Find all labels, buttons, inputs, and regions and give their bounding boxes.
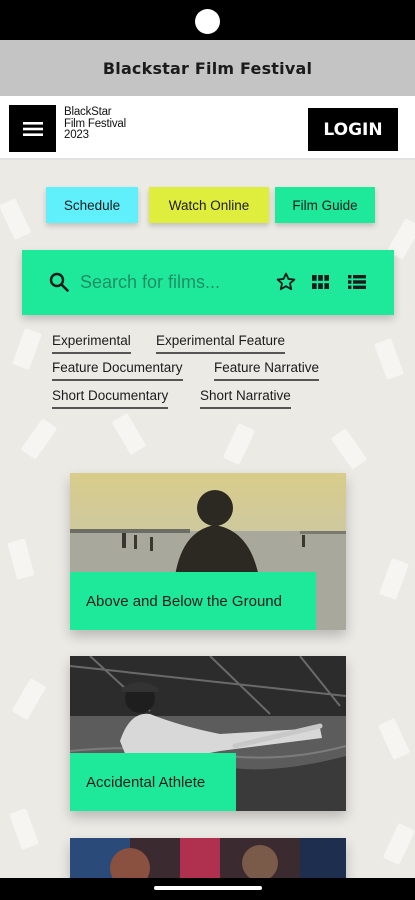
schedule-button[interactable]: Schedule bbox=[46, 187, 138, 223]
festival-logo[interactable]: BlackStar Film Festival 2023 bbox=[64, 106, 126, 142]
film-title[interactable]: Accidental Athlete bbox=[70, 753, 236, 811]
filter-tag-experimental-feature[interactable]: Experimental Feature bbox=[156, 333, 286, 354]
film-guide-button[interactable]: Film Guide bbox=[275, 187, 375, 223]
search-input[interactable] bbox=[80, 267, 260, 297]
camera-cutout bbox=[195, 9, 220, 34]
login-button[interactable]: LOGIN bbox=[308, 108, 398, 151]
background-pattern bbox=[11, 678, 47, 720]
logo-line: 2023 bbox=[64, 129, 89, 141]
main-content[interactable]: Schedule Watch Online Film Guide Search … bbox=[0, 160, 415, 878]
film-title[interactable]: Above and Below the Ground bbox=[70, 572, 316, 630]
home-indicator[interactable] bbox=[154, 886, 262, 890]
background-pattern bbox=[20, 418, 58, 460]
menu-button[interactable] bbox=[9, 105, 56, 152]
filter-tag-short-documentary[interactable]: Short Documentary bbox=[52, 388, 169, 409]
search-bar bbox=[22, 250, 394, 315]
background-pattern bbox=[111, 413, 147, 455]
filter-tag-short-narrative[interactable]: Short Narrative bbox=[200, 388, 291, 409]
search-icon[interactable] bbox=[49, 272, 69, 292]
filter-tag-feature-documentary[interactable]: Feature Documentary bbox=[52, 360, 183, 381]
logo-line: BlackStar bbox=[64, 106, 112, 118]
grid-view-icon[interactable] bbox=[312, 275, 329, 289]
system-nav-bar bbox=[0, 878, 415, 900]
app-title: Blackstar Film Festival bbox=[102, 58, 313, 78]
list-view-icon[interactable] bbox=[348, 275, 366, 289]
site-header: BlackStar Film Festival 2023 LOGIN bbox=[0, 96, 415, 160]
film-card[interactable]: Above and Below the Ground bbox=[70, 473, 346, 630]
film-card[interactable]: Accidental Athlete bbox=[70, 656, 346, 811]
watch-online-button[interactable]: Watch Online bbox=[149, 187, 269, 223]
background-pattern bbox=[377, 717, 411, 761]
menu-icon bbox=[22, 121, 43, 136]
film-still-image bbox=[70, 838, 346, 878]
filter-tag-experimental[interactable]: Experimental bbox=[52, 333, 131, 354]
background-pattern bbox=[379, 558, 409, 600]
status-bar bbox=[0, 0, 415, 40]
background-pattern bbox=[382, 822, 415, 866]
background-pattern bbox=[7, 538, 35, 580]
background-pattern bbox=[222, 422, 256, 466]
background-pattern bbox=[12, 328, 42, 370]
background-pattern bbox=[9, 808, 39, 850]
background-pattern bbox=[0, 197, 32, 241]
background-pattern bbox=[330, 428, 368, 470]
filter-tag-feature-narrative[interactable]: Feature Narrative bbox=[214, 360, 320, 381]
film-card[interactable] bbox=[70, 838, 346, 878]
star-icon[interactable] bbox=[275, 271, 297, 293]
app-title-bar: Blackstar Film Festival bbox=[0, 40, 415, 96]
background-pattern bbox=[374, 338, 404, 380]
